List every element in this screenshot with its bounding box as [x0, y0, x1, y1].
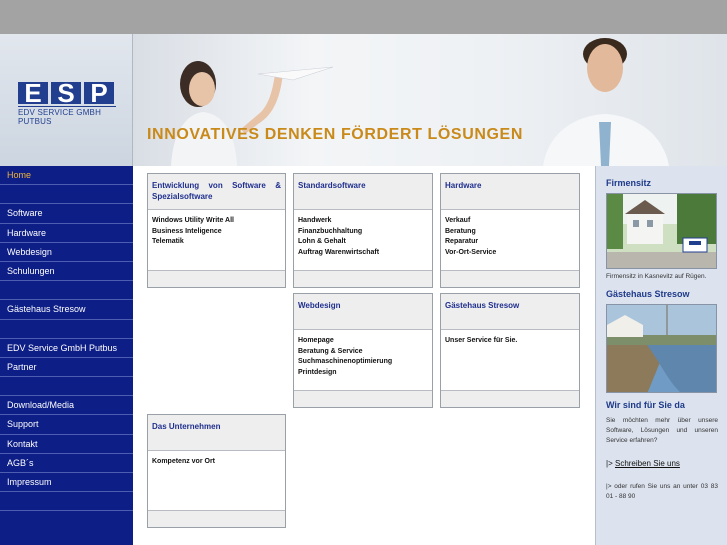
box-body: Windows Utility Write All Business Intel…: [148, 210, 285, 254]
logo-subtitle: EDV SERVICE GMBH PUTBUS: [18, 106, 116, 126]
top-bar: [0, 0, 727, 34]
box-item: Homepage: [298, 337, 334, 344]
service-box-hardware[interactable]: Hardware Verkauf Beratung Reparatur Vor-…: [440, 173, 580, 288]
box-footer: [441, 390, 579, 407]
service-box-unternehmen[interactable]: Das Unternehmen Kompetenz vor Ort: [147, 414, 286, 528]
box-item: Vor-Ort-Service: [445, 248, 497, 256]
nav-item-home[interactable]: Home: [0, 166, 133, 186]
nav-item-support[interactable]: Support: [0, 415, 133, 435]
nav-item-hardware[interactable]: Hardware: [0, 224, 133, 243]
box-footer: [294, 390, 432, 407]
box-title[interactable]: Hardware: [441, 174, 579, 210]
right-sidebar: Firmensitz Firmensitz in Kasnevitz auf R…: [595, 166, 727, 545]
box-item: Handwerk: [298, 217, 332, 224]
nav-item-software[interactable]: Software: [0, 204, 133, 224]
banner-people-image: [171, 38, 669, 166]
box-body: Kompetenz vor Ort: [148, 451, 285, 474]
box-item: Lohn & Gehalt: [298, 238, 346, 245]
firmensitz-photo[interactable]: [606, 193, 717, 269]
gaestehaus-heading: Gästehaus Stresow: [606, 289, 690, 299]
box-title[interactable]: Standardsoftware: [294, 174, 432, 210]
firmensitz-caption: Firmensitz in Kasnevitz auf Rügen.: [606, 273, 707, 280]
service-box-entwicklung[interactable]: Entwicklung von Software & Spezialsoftwa…: [147, 173, 286, 288]
box-item: Beratung & Service: [298, 347, 363, 355]
box-item: Printdesign: [298, 368, 337, 376]
nav-item-agb[interactable]: AGB´s: [0, 454, 133, 473]
nav-item-empty: [0, 492, 133, 512]
kontakt-link-row: |> Schreiben Sie uns: [606, 459, 718, 469]
nav-item-edv-service[interactable]: EDV Service GmbH Putbus: [0, 339, 133, 358]
nav-item-download[interactable]: Download/Media: [0, 396, 133, 416]
box-footer: [441, 270, 579, 287]
logo-letter: E: [18, 80, 48, 106]
box-item: Telematik: [152, 238, 184, 245]
header-banner: INNOVATIVES DENKEN FÖRDERT LÖSUNGEN: [133, 34, 727, 166]
nav-item-impressum[interactable]: Impressum: [0, 473, 133, 493]
nav-item-empty: [0, 281, 133, 301]
box-item: Unser Service für Sie.: [445, 337, 518, 344]
box-item: Finanzbuchhaltung: [298, 227, 363, 235]
kontakt-text: Sie möchten mehr über unsere Software, L…: [606, 417, 718, 444]
gaestehaus-photo[interactable]: [606, 304, 717, 393]
box-item: Verkauf: [445, 217, 471, 224]
schreiben-sie-uns-link[interactable]: Schreiben Sie uns: [615, 459, 680, 468]
nav-item-empty: [0, 377, 133, 397]
firmensitz-heading: Firmensitz: [606, 178, 652, 188]
nav-item-empty: [0, 320, 133, 339]
box-item: Suchmaschinenoptimierung: [298, 358, 393, 365]
nav-item-webdesign[interactable]: Webdesign: [0, 243, 133, 262]
link-arrow: |>: [606, 459, 615, 468]
main-navigation: Home Software Hardware Webdesign Schulun…: [0, 166, 133, 545]
box-title[interactable]: Entwicklung von Software & Spezialsoftwa…: [148, 174, 285, 210]
service-box-webdesign[interactable]: Webdesign Homepage Beratung & Service Su…: [293, 293, 433, 408]
nav-item-kontakt[interactable]: Kontakt: [0, 435, 133, 454]
nav-item-partner[interactable]: Partner: [0, 358, 133, 378]
nav-item-empty: [0, 185, 133, 205]
service-box-standardsoftware[interactable]: Standardsoftware Handwerk Finanzbuchhalt…: [293, 173, 433, 288]
box-body: Homepage Beratung & Service Suchmaschine…: [294, 330, 432, 384]
box-title[interactable]: Gästehaus Stresow: [441, 294, 579, 330]
esp-logo[interactable]: E S P EDV SERVICE GMBH PUTBUS: [18, 80, 116, 126]
box-footer: [294, 270, 432, 287]
kontakt-heading: Wir sind für Sie da: [606, 400, 685, 410]
service-box-gaestehaus[interactable]: Gästehaus Stresow Unser Service für Sie.: [440, 293, 580, 408]
box-item: Kompetenz vor Ort: [152, 458, 216, 465]
main-content: Entwicklung von Software & Spezialsoftwa…: [133, 166, 595, 545]
logo-letter: P: [84, 80, 114, 106]
box-item: Reparatur: [445, 238, 479, 245]
box-item: Beratung: [445, 227, 476, 235]
box-footer: [148, 270, 285, 287]
box-body: Handwerk Finanzbuchhaltung Lohn & Gehalt…: [294, 210, 432, 264]
box-footer: [148, 510, 285, 527]
nav-item-schulungen[interactable]: Schulungen: [0, 262, 133, 282]
box-item: Windows Utility Write All: [152, 217, 234, 224]
banner-slogan: INNOVATIVES DENKEN FÖRDERT LÖSUNGEN: [147, 126, 523, 143]
logo-area: E S P EDV SERVICE GMBH PUTBUS: [0, 34, 133, 166]
box-title[interactable]: Das Unternehmen: [148, 415, 285, 451]
box-body: Verkauf Beratung Reparatur Vor-Ort-Servi…: [441, 210, 579, 264]
box-item: Business Inteligence: [152, 227, 222, 235]
nav-item-gaestehaus[interactable]: Gästehaus Stresow: [0, 300, 133, 320]
logo-letter: S: [51, 80, 81, 106]
box-title[interactable]: Webdesign: [294, 294, 432, 330]
phone-text: |> oder rufen Sie uns an unter 03 83 01 …: [606, 483, 718, 500]
box-item: Auftrag Warenwirtschaft: [298, 248, 380, 256]
box-body: Unser Service für Sie.: [441, 330, 579, 353]
